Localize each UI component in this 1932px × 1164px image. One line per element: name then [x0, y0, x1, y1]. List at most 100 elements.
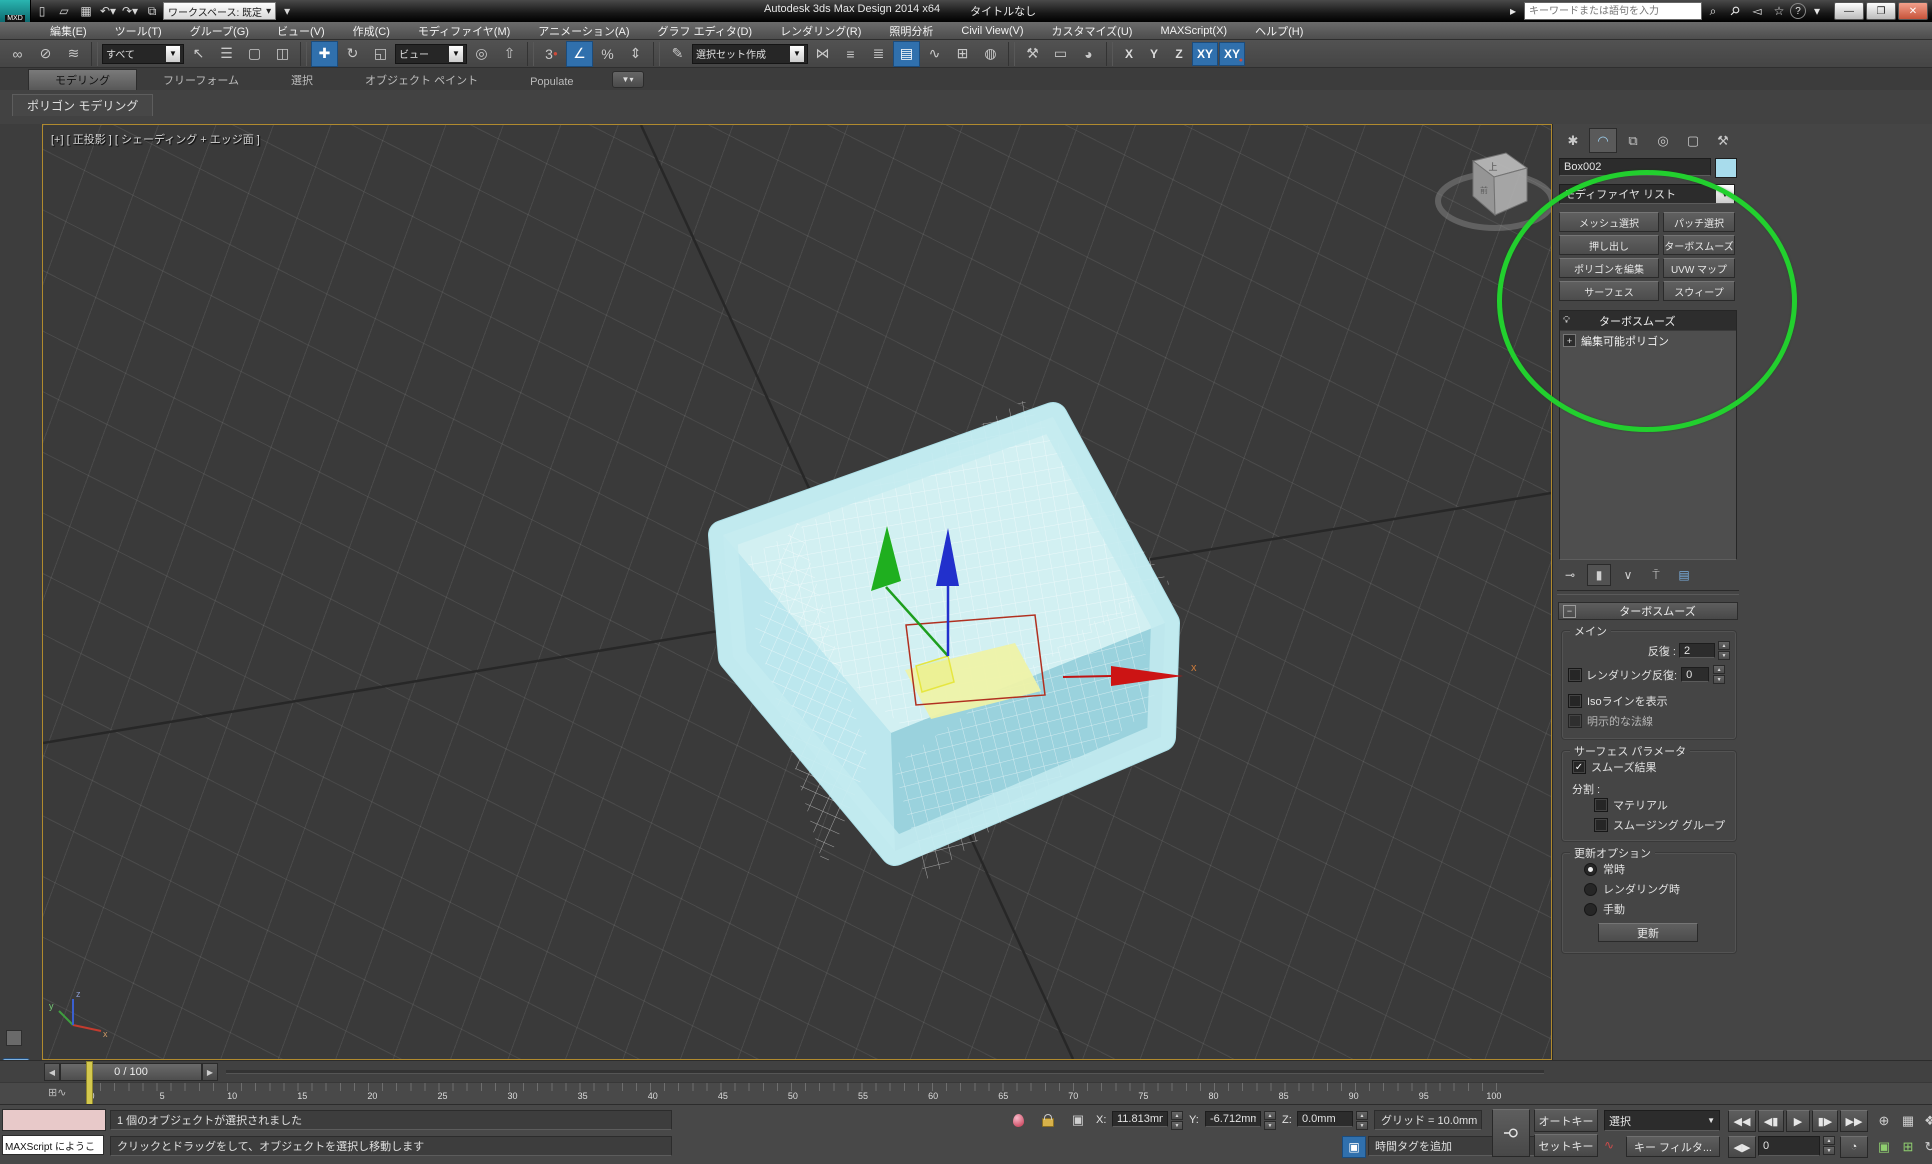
select-by-name-icon[interactable]: ☰ — [213, 41, 240, 67]
help-dropdown-icon[interactable]: ▾ — [1806, 2, 1828, 20]
curve-editor-icon[interactable]: ∿ — [921, 41, 948, 67]
communication-balloon-icon[interactable] — [1006, 1108, 1030, 1132]
bind-to-space-warp-icon[interactable]: ≋ — [60, 41, 87, 67]
menu-tools[interactable]: ツール(T) — [101, 22, 176, 40]
show-end-result-icon[interactable]: ▮ — [1587, 564, 1611, 586]
key-filters-button[interactable]: キー フィルタ... — [1626, 1136, 1720, 1157]
rendered-frame-window-icon[interactable]: ▭ — [1047, 41, 1074, 67]
remove-modifier-icon[interactable]: ⍑ — [1645, 565, 1667, 585]
key-mode-toggle[interactable]: ◀▶ — [1728, 1136, 1756, 1158]
explicit-normals-checkbox[interactable] — [1568, 714, 1582, 728]
x-spinner[interactable]: ▲▼ — [1171, 1111, 1183, 1130]
time-forward-arrow[interactable]: ▶ — [202, 1063, 218, 1081]
track-bar[interactable]: ⊞∿ 0510 152025 303540 455055 606570 7580… — [0, 1082, 1932, 1105]
zoom-all-icon[interactable]: ▦ — [1896, 1109, 1920, 1133]
time-back-arrow[interactable]: ◀ — [44, 1063, 60, 1081]
menu-help[interactable]: ヘルプ(H) — [1241, 22, 1317, 40]
y-coordinate-field[interactable] — [1205, 1111, 1261, 1127]
selection-filter-dropdown[interactable]: すべて▼ — [102, 44, 184, 64]
stack-row-editable-poly[interactable]: + 編集可能ポリゴン — [1560, 330, 1736, 350]
mini-curve-editor-icon[interactable]: ⊞∿ — [48, 1086, 66, 1099]
zoom-icon[interactable]: ⊕ — [1872, 1109, 1896, 1133]
modifier-button-turbosmooth[interactable]: ターボスムーズ — [1663, 235, 1735, 255]
new-scene-icon[interactable]: ▯ — [31, 2, 53, 20]
lightbulb-icon[interactable]: 💡︎ — [1563, 315, 1570, 326]
pin-stack-icon[interactable]: ⊸ — [1559, 565, 1581, 585]
menu-views[interactable]: ビュー(V) — [263, 22, 339, 40]
modifier-button-sweep[interactable]: スウィープ — [1663, 281, 1735, 301]
isoline-display-checkbox[interactable] — [1568, 694, 1582, 708]
favorites-star-icon[interactable]: ☆ — [1768, 2, 1790, 20]
axis-constraint-x[interactable]: X — [1117, 43, 1141, 65]
expand-plus-icon[interactable]: + — [1563, 334, 1576, 347]
update-always-radio[interactable] — [1584, 863, 1597, 876]
menu-lighting-analysis[interactable]: 照明分析 — [875, 22, 947, 40]
workspace-dropdown[interactable]: ワークスペース: 既定▾ — [163, 2, 276, 20]
separate-materials-checkbox[interactable] — [1594, 798, 1608, 812]
ribbon-toggle-icon[interactable]: ▤ — [893, 41, 920, 67]
save-file-icon[interactable]: ▦ — [75, 2, 97, 20]
redo-icon[interactable]: ↷▾ — [119, 2, 141, 20]
infocenter-search-input[interactable] — [1524, 2, 1702, 20]
select-object-icon[interactable]: ↖ — [185, 41, 212, 67]
modifier-button-surface[interactable]: サーフェス — [1559, 281, 1659, 301]
display-tab-icon[interactable]: ▢ — [1679, 128, 1707, 153]
layer-manager-icon[interactable]: ≣ — [865, 41, 892, 67]
axis-constraint-y[interactable]: Y — [1142, 43, 1166, 65]
iterations-spinner[interactable]: ▲▼ — [1718, 641, 1730, 660]
modifier-button-uvw-map[interactable]: UVW マップ — [1663, 258, 1735, 278]
iterations-field[interactable] — [1679, 643, 1715, 658]
axis-constraint-xy-plane[interactable]: XY ● — [1219, 42, 1245, 66]
tab-object-paint[interactable]: オブジェクト ペイント — [339, 70, 504, 90]
unlink-selection-icon[interactable]: ⊘ — [32, 41, 59, 67]
render-production-icon[interactable]: ◕ — [1075, 41, 1102, 67]
utilities-tab-icon[interactable]: ⚒ — [1709, 128, 1737, 153]
menu-maxscript[interactable]: MAXScript(X) — [1146, 22, 1241, 40]
reference-coordinate-dropdown[interactable]: ビュー▼ — [395, 44, 467, 64]
selection-lock-icon[interactable] — [1036, 1108, 1060, 1132]
infocenter-expand-icon[interactable]: ▸ — [1502, 2, 1524, 20]
window-crossing-icon[interactable]: ◫ — [269, 41, 296, 67]
menu-create[interactable]: 作成(C) — [339, 22, 404, 40]
go-to-end-button[interactable]: ▶▶ — [1840, 1110, 1868, 1132]
modifier-button-patch-select[interactable]: パッチ選択 — [1663, 212, 1735, 232]
undo-icon[interactable]: ↶▾ — [97, 2, 119, 20]
render-setup-icon[interactable]: ⚒ — [1019, 41, 1046, 67]
select-and-move-icon[interactable]: ✚ — [311, 41, 338, 67]
x-coordinate-field[interactable] — [1112, 1111, 1168, 1127]
close-button[interactable]: ✕ — [1898, 2, 1928, 20]
zoom-extents-all-icon[interactable]: ⊞ — [1896, 1135, 1920, 1159]
modify-tab-icon[interactable]: ◠ — [1589, 128, 1617, 153]
menu-rendering[interactable]: レンダリング(R) — [766, 22, 875, 40]
z-coordinate-field[interactable] — [1297, 1111, 1353, 1127]
update-button[interactable]: 更新 — [1598, 923, 1698, 942]
previous-frame-button[interactable]: ◀▮ — [1758, 1110, 1784, 1132]
percent-snap-toggle-icon[interactable]: % — [594, 41, 621, 67]
set-key-button[interactable]: セットキー — [1534, 1134, 1598, 1157]
separate-smoothing-groups-checkbox[interactable] — [1594, 818, 1608, 832]
quick-access-overflow-icon[interactable]: ▾ — [276, 2, 298, 20]
project-folder-icon[interactable]: ⧉ — [141, 2, 163, 20]
y-spinner[interactable]: ▲▼ — [1264, 1111, 1276, 1130]
select-and-manipulate-icon[interactable]: ⇧ — [496, 41, 523, 67]
modifier-button-extrude[interactable]: 押し出し — [1559, 235, 1659, 255]
time-slider-handle[interactable]: 0 / 100 — [60, 1063, 202, 1081]
update-manual-radio[interactable] — [1584, 903, 1597, 916]
search-icon[interactable]: ⌕ — [1702, 2, 1724, 20]
auto-key-button[interactable]: オートキー — [1534, 1109, 1598, 1132]
material-editor-icon[interactable]: ◍ — [977, 41, 1004, 67]
play-button[interactable]: ▶ — [1786, 1110, 1810, 1132]
select-and-scale-icon[interactable]: ◱ — [367, 41, 394, 67]
selection-set-dropdown[interactable]: 選択 ▼ — [1604, 1110, 1720, 1131]
motion-tab-icon[interactable]: ◎ — [1649, 128, 1677, 153]
rectangular-selection-region-icon[interactable]: ▢ — [241, 41, 268, 67]
select-and-rotate-icon[interactable]: ↻ — [339, 41, 366, 67]
menu-modifiers[interactable]: モディファイヤ(M) — [404, 22, 524, 40]
turbosmooth-rollout-header[interactable]: − ターボスムーズ — [1558, 602, 1738, 620]
select-and-link-icon[interactable]: ∞ — [4, 41, 31, 67]
current-time-marker[interactable] — [86, 1061, 93, 1105]
render-iterations-spinner[interactable]: ▲▼ — [1713, 665, 1725, 684]
zoom-extents-icon[interactable]: ▣ — [1872, 1135, 1896, 1159]
named-selection-sets-dropdown[interactable]: 選択セット作成▼ — [692, 44, 808, 64]
create-tab-icon[interactable]: ✱ — [1559, 128, 1587, 153]
